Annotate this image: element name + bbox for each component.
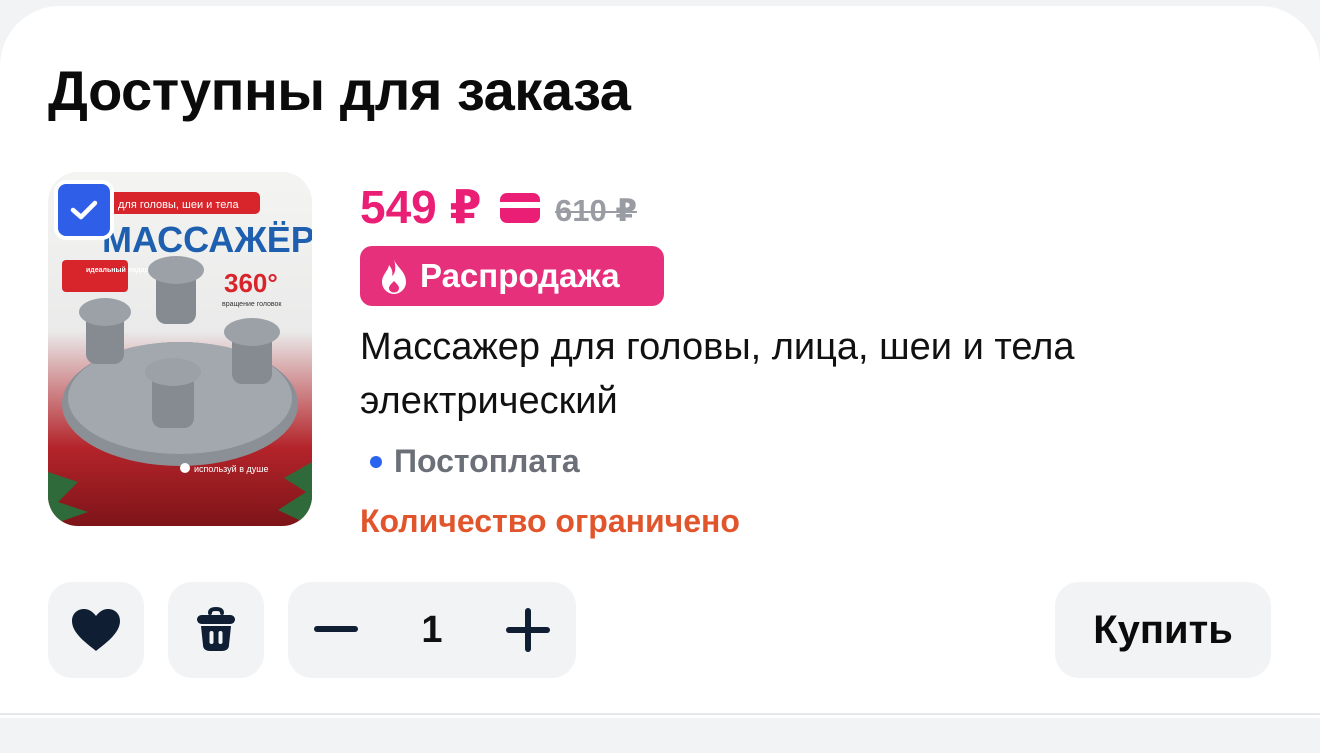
delete-button[interactable] — [168, 582, 264, 678]
card-icon — [500, 193, 540, 223]
buy-button[interactable]: Купить — [1055, 582, 1271, 678]
image-rotation-text: вращение головок — [222, 301, 282, 308]
plus-icon — [505, 608, 550, 652]
image-degrees-text: 360° — [224, 268, 278, 298]
old-price: 610 ₽ — [555, 193, 637, 228]
quantity-value[interactable]: 1 — [421, 609, 442, 652]
current-price: 549 ₽ — [360, 181, 482, 233]
increase-button[interactable] — [500, 602, 556, 658]
image-ribbon-text: для головы, шеи и тела — [118, 199, 239, 211]
item-select-checkbox[interactable] — [54, 180, 114, 240]
quantity-stepper: 1 — [288, 582, 576, 678]
product-title-link[interactable]: Массажер для головы, лица, шеи и тела эл… — [360, 320, 1240, 428]
image-gift-text: идеальный подарок — [86, 266, 157, 274]
sale-badge-label: Распродажа — [420, 257, 620, 294]
image-shower-text: используй в душе — [194, 464, 268, 474]
minus-icon — [314, 626, 358, 632]
sale-badge: Распродажа — [360, 246, 664, 306]
section-title: Доступны для заказа — [48, 59, 631, 122]
check-icon — [70, 200, 98, 220]
heart-icon — [72, 609, 120, 651]
image-heading-text: МАССАЖЁР — [102, 219, 312, 260]
buy-button-label: Купить — [1093, 607, 1233, 652]
favorite-button[interactable] — [48, 582, 144, 678]
flame-icon — [382, 259, 406, 294]
bullet-dot — [370, 455, 382, 468]
section-divider — [0, 713, 1320, 715]
decrease-button[interactable] — [308, 602, 364, 658]
trash-icon — [197, 607, 235, 651]
stock-warning: Количество ограничено — [360, 503, 740, 539]
payment-option: Постоплата — [370, 443, 580, 480]
payment-label: Постоплата — [394, 443, 580, 479]
